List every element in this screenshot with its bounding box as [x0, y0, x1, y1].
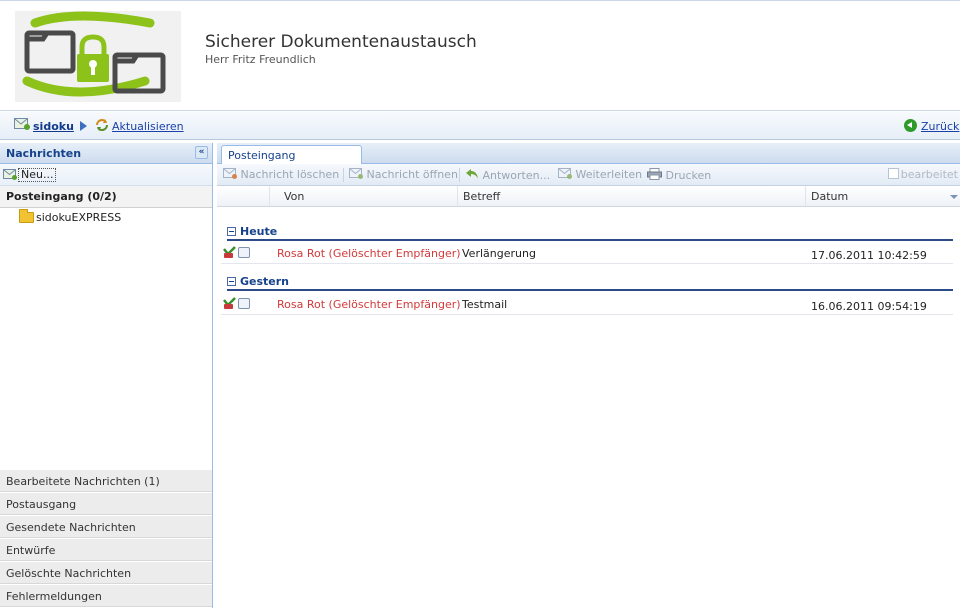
sidebar-item-outbox[interactable]: Postausgang [0, 492, 212, 515]
message-subject: Verlängerung [462, 247, 536, 260]
deleted-recipient-icon [223, 246, 236, 258]
envelope-icon [238, 247, 250, 258]
deleted-recipient-icon [223, 297, 236, 309]
collapse-sidebar-icon[interactable]: « [195, 146, 208, 159]
sort-desc-icon[interactable] [950, 195, 958, 199]
table-row[interactable]: Rosa Rot (Gelöschter Empfänger) Testmail… [221, 293, 953, 315]
print-label: Drucken [665, 169, 712, 182]
open-message-button[interactable]: Nachricht öffnen [349, 168, 458, 181]
envelope-icon [238, 298, 250, 309]
column-date[interactable]: Datum [811, 190, 848, 203]
user-name: Herr Fritz Freundlich [205, 53, 316, 66]
reply-button[interactable]: Antworten... [465, 168, 550, 182]
message-subject: Testmail [462, 298, 508, 311]
mail-icon [14, 118, 30, 133]
checkbox-icon[interactable] [887, 168, 899, 179]
folder-label: sidokuEXPRESS [36, 211, 122, 224]
sidebar-title: Nachrichten [6, 147, 82, 160]
breadcrumb: sidoku Aktualisieren Zurück [0, 112, 960, 140]
print-button[interactable]: Drucken [647, 168, 711, 182]
back-arrow-icon[interactable] [904, 119, 917, 132]
app-header: Sicherer Dokumentenaustausch Herr Fritz … [0, 0, 960, 111]
tab-inbox[interactable]: Posteingang [221, 145, 362, 165]
chevron-right-icon [80, 121, 87, 131]
message-date: 16.06.2011 09:54:19 [811, 300, 927, 313]
group-heute[interactable]: Heute [227, 221, 953, 241]
sidebar-item-drafts[interactable]: Entwürfe [0, 538, 212, 561]
tab-strip: Posteingang [217, 143, 960, 165]
column-subject[interactable]: Betreff [463, 190, 500, 203]
open-mail-icon [349, 168, 363, 179]
delete-message-label: Nachricht löschen [240, 168, 340, 181]
collapse-group-icon[interactable] [227, 227, 236, 236]
column-from[interactable]: Von [284, 190, 304, 203]
printer-icon [647, 168, 662, 180]
new-message-button[interactable]: Neu... [18, 168, 57, 182]
back-link[interactable]: Zurück [921, 120, 959, 133]
group-gestern[interactable]: Gestern [227, 271, 953, 291]
collapse-group-icon[interactable] [227, 277, 236, 286]
main-panel: Posteingang Nachricht löschen Nachricht … [217, 143, 960, 608]
delete-message-button[interactable]: Nachricht löschen [223, 168, 339, 181]
sidebar-header: Nachrichten « [0, 143, 212, 164]
sidebar-sections: Bearbeitete Nachrichten (1) Postausgang … [0, 469, 212, 607]
sidebar-item-edited[interactable]: Bearbeitete Nachrichten (1) [0, 469, 212, 492]
sidebar-item-errors[interactable]: Fehlermeldungen [0, 584, 212, 607]
new-message-icon [3, 169, 17, 183]
breadcrumb-sidoku-link[interactable]: sidoku [33, 120, 74, 133]
table-row[interactable]: Rosa Rot (Gelöschter Empfänger) Verlänge… [221, 242, 953, 264]
open-message-label: Nachricht öffnen [366, 168, 458, 181]
edited-checkbox[interactable]: bearbeitet [887, 168, 958, 181]
refresh-link[interactable]: Aktualisieren [112, 120, 184, 133]
reply-icon [466, 169, 478, 179]
inbox-folder[interactable]: Posteingang (0/2) [0, 186, 212, 208]
sidebar-item-deleted[interactable]: Gelöschte Nachrichten [0, 561, 212, 584]
sidoku-logo [15, 11, 181, 102]
sidebar-item-sent[interactable]: Gesendete Nachrichten [0, 515, 212, 538]
message-toolbar: Nachricht löschen Nachricht öffnen Antwo… [217, 164, 960, 186]
forward-button[interactable]: Weiterleiten [558, 168, 642, 181]
app-title: Sicherer Dokumentenaustausch [205, 32, 477, 52]
reply-label: Antworten... [482, 169, 551, 182]
message-date: 17.06.2011 10:42:59 [811, 249, 927, 262]
forward-label: Weiterleiten [575, 168, 643, 181]
edited-checkbox-label: bearbeitet [900, 168, 958, 181]
forward-mail-icon [558, 168, 572, 179]
message-sender: Rosa Rot (Gelöschter Empfänger) [277, 298, 461, 311]
delete-mail-icon [223, 168, 237, 179]
sidebar: Nachrichten « Neu... Posteingang (0/2) s… [0, 143, 213, 608]
message-grid-header: Von Betreff Datum [217, 186, 960, 207]
refresh-icon[interactable] [94, 118, 110, 135]
folder-item[interactable]: sidokuEXPRESS [0, 208, 212, 228]
group-label: Gestern [240, 275, 290, 288]
group-label: Heute [240, 225, 278, 238]
folder-icon [19, 209, 34, 223]
sidebar-toolbar: Neu... [0, 164, 212, 186]
message-sender: Rosa Rot (Gelöschter Empfänger) [277, 247, 461, 260]
